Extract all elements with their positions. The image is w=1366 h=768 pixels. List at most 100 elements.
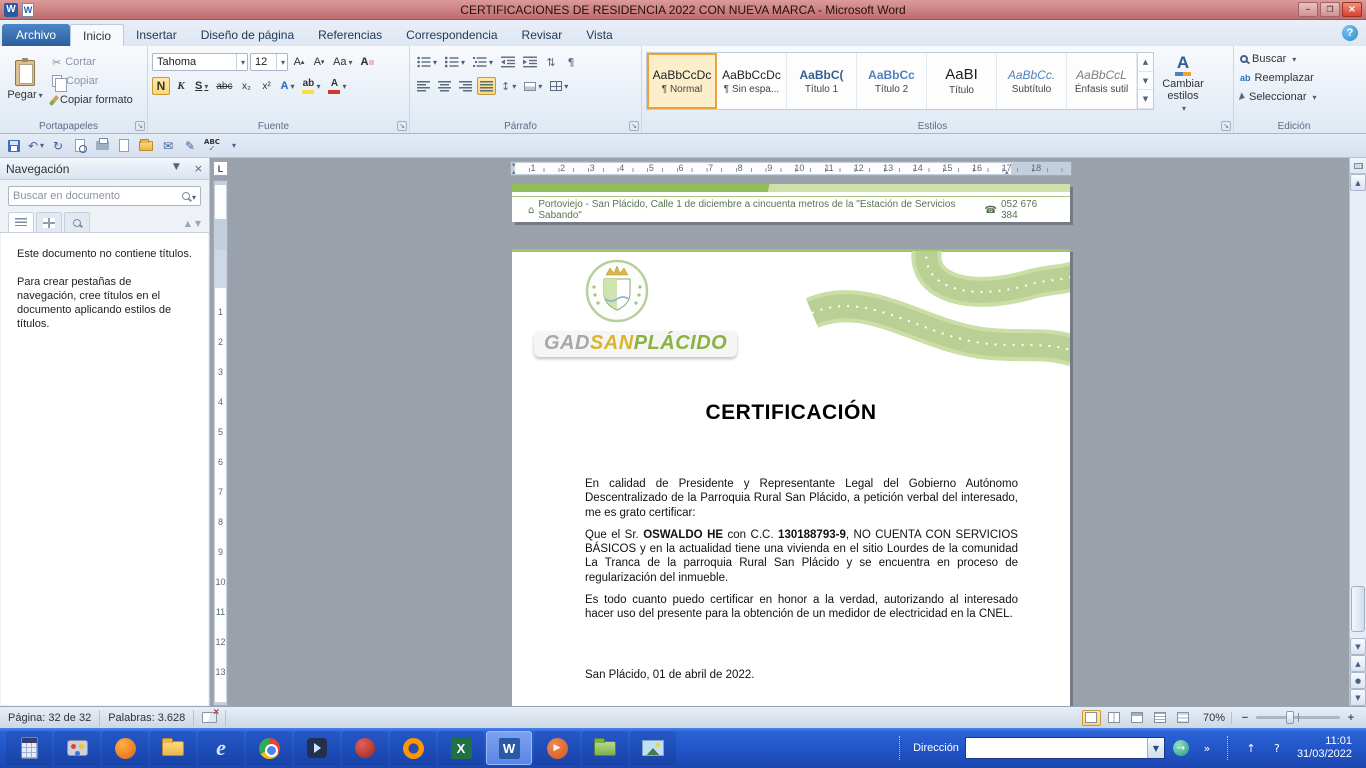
draft-view-button[interactable] [1174,710,1193,726]
help-icon[interactable] [1342,25,1358,41]
shrink-font-button[interactable]: A▾ [310,53,328,71]
copy-button[interactable]: Copiar [49,72,136,90]
style-normal[interactable]: AaBbCcDc¶ Normal [647,53,717,109]
tab-revisar[interactable]: Revisar [510,24,575,46]
styles-dialog-launcher[interactable] [1221,121,1231,131]
chrome-icon[interactable] [246,731,292,765]
restore-button[interactable] [1320,2,1340,17]
italic-button[interactable]: K [172,77,190,95]
format-painter-button[interactable]: Copiar formato [49,91,136,109]
excel-icon[interactable]: X [438,731,484,765]
font-family-combo[interactable]: Tahoma [152,53,248,71]
undo-button[interactable]: ↶ [26,136,46,155]
font-dialog-launcher[interactable] [397,121,407,131]
print-button[interactable] [92,136,112,155]
style-enfasis-sutil[interactable]: AaBbCcLÉnfasis sutil [1067,53,1137,109]
borders-button[interactable] [547,77,571,95]
zoom-slider[interactable] [1256,716,1340,719]
quick-edit-button[interactable]: ✎ [180,136,200,155]
navigation-pane-menu[interactable]: ▼ [173,162,180,175]
horizontal-ruler[interactable]: 123456789101112131415161718 ▾ ▴ ▴ [510,161,1072,176]
tab-insertar[interactable]: Insertar [124,24,189,46]
document-search-box[interactable] [8,186,201,206]
page-indicator[interactable]: Página: 32 de 32 [0,710,100,726]
new-document-button[interactable] [114,136,134,155]
address-go-button[interactable]: → [1171,738,1191,758]
left-indent-marker[interactable]: ▴ [512,168,516,176]
show-paragraph-marks-button[interactable] [562,53,580,71]
address-dropdown-button[interactable]: ▼ [1147,738,1164,758]
sort-button[interactable] [542,53,560,71]
redo-button[interactable]: ↻ [48,136,68,155]
styles-scroll-up[interactable]: ▲ [1138,53,1153,72]
zoom-level[interactable]: 70% [1197,712,1232,724]
font-color-button[interactable]: A [325,77,349,95]
replace-button[interactable]: abReemplazar [1238,69,1360,87]
document-page-1[interactable]: Portoviejo - San Plácido, Calle 1 de dic… [512,184,1070,222]
image-viewer-icon[interactable] [630,731,676,765]
tab-vista[interactable]: Vista [574,24,624,46]
align-right-button[interactable] [456,77,475,95]
scrollbar-thumb[interactable] [1351,586,1365,632]
zoom-slider-thumb[interactable] [1286,711,1294,724]
tab-referencias[interactable]: Referencias [306,24,394,46]
select-button[interactable]: Seleccionar [1238,88,1360,106]
document-page-2[interactable]: GADSANPLÁCIDO CERTIFICACIÓN En calidad d… [512,249,1070,706]
browse-pages-tab[interactable] [36,212,62,232]
show-desktop-icon[interactable]: ↑ [1241,738,1261,758]
clear-formatting-button[interactable]: A [357,53,377,71]
navigation-pane-close[interactable]: × [194,162,203,175]
paragraph-dialog-launcher[interactable] [629,121,639,131]
media-player-icon[interactable]: ▶ [534,731,580,765]
customize-qat-button[interactable]: ▾ [224,136,244,155]
scrollbar-track[interactable] [1350,191,1366,638]
clipboard-dialog-launcher[interactable] [135,121,145,131]
style-titulo[interactable]: AaBITítulo [927,53,997,109]
superscript-button[interactable]: x² [257,77,275,95]
red-app-icon[interactable] [342,731,388,765]
next-page-button[interactable]: ▼ [1350,689,1366,706]
change-styles-button[interactable]: A Cambiar estilos [1154,49,1212,117]
browse-results-tab[interactable] [64,212,90,232]
subscript-button[interactable]: x₂ [237,77,255,95]
orange-app-icon[interactable] [102,731,148,765]
tab-correspondencia[interactable]: Correspondencia [394,24,509,46]
change-case-button[interactable]: Aa [330,53,355,71]
line-spacing-button[interactable] [498,77,519,95]
tab-archivo[interactable]: Archivo [2,24,70,46]
style-sin-espaciado[interactable]: AaBbCcDc¶ Sin espa... [717,53,787,109]
align-left-button[interactable] [414,77,433,95]
browse-headings-tab[interactable] [8,212,34,232]
zoom-out-button[interactable]: − [1238,711,1252,725]
multilevel-list-button[interactable] [470,53,496,71]
word-taskbar-icon[interactable]: W [486,731,532,765]
internet-explorer-icon[interactable]: e [198,731,244,765]
address-combo[interactable]: ▼ [965,737,1165,759]
decrease-indent-button[interactable] [498,53,518,71]
close-button[interactable] [1342,2,1362,17]
minimize-button[interactable] [1298,2,1318,17]
paint-icon[interactable] [54,731,100,765]
previous-result-button[interactable]: ▲ [185,219,191,228]
file-folder-icon[interactable] [150,731,196,765]
search-input[interactable] [13,190,182,202]
style-titulo-2[interactable]: AaBbCcTítulo 2 [857,53,927,109]
vertical-ruler[interactable]: 12345678910111213 [213,180,228,706]
ruler-toggle-button[interactable] [1350,158,1366,174]
previous-page-button[interactable]: ▲ [1350,655,1366,672]
search-magnifier-icon[interactable] [182,192,190,200]
firefox-icon[interactable] [390,731,436,765]
cut-button[interactable]: Cortar [49,53,136,71]
scroll-down-button[interactable]: ▼ [1350,638,1366,655]
paste-button[interactable]: Pegar [4,49,46,111]
print-layout-view-button[interactable] [1082,710,1101,726]
bold-button[interactable]: N [152,77,170,95]
deskband-grip[interactable] [899,736,903,760]
select-browse-object-button[interactable]: ● [1350,672,1366,689]
strikethrough-button[interactable]: abc [213,77,235,95]
deskband-chevron-button[interactable]: » [1197,738,1217,758]
word-count-indicator[interactable]: Palabras: 3.628 [100,710,194,726]
save-button[interactable] [4,136,24,155]
tray-help-icon[interactable]: ? [1267,738,1287,758]
outline-view-button[interactable] [1151,710,1170,726]
